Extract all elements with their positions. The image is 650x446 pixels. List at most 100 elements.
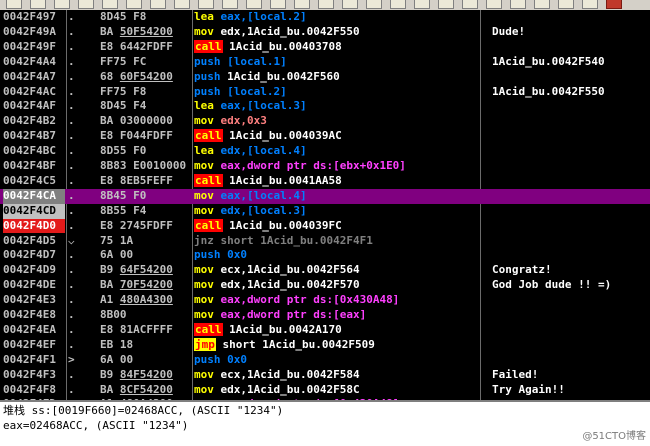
- toolbar-button[interactable]: [54, 0, 70, 9]
- instruction-row[interactable]: 0042F4EA. E8 81ACFFFF call 1Acid_bu.0042A1…: [0, 322, 650, 338]
- address-cell[interactable]: 0042F4AF: [3, 99, 65, 114]
- comment-cell[interactable]: [492, 323, 650, 338]
- address-cell[interactable]: 0042F4BC: [3, 144, 65, 159]
- instruction-row[interactable]: 0042F4A4. FF75 FC push [local.1] 1Acid_bu.0…: [0, 55, 650, 70]
- toolbar-button[interactable]: [30, 0, 46, 9]
- comment-cell[interactable]: [492, 159, 650, 174]
- address-cell[interactable]: 0042F4B7: [3, 129, 65, 144]
- comment-cell[interactable]: [492, 353, 650, 368]
- disassembly-cell[interactable]: mov edx,1Acid_bu.0042F570: [194, 278, 478, 293]
- toolbar-button[interactable]: [222, 0, 238, 9]
- comment-cell[interactable]: 1Acid_bu.0042F550: [492, 85, 650, 100]
- instruction-row[interactable]: 0042F4CD. 8B55 F4 mov edx,[local.3]: [0, 203, 650, 219]
- address-cell[interactable]: 0042F4F1: [3, 353, 65, 368]
- disassembly-cell[interactable]: mov eax,dword ptr ds:[ebx+0x1E0]: [194, 159, 478, 174]
- comment-cell[interactable]: [492, 10, 650, 25]
- hex-bytes-cell[interactable]: E8 2745FDFF: [100, 219, 192, 234]
- instruction-row[interactable]: 0042F4AF. 8D45 F4 lea eax,[local.3]: [0, 99, 650, 114]
- hex-bytes-cell[interactable]: FF75 FC: [100, 55, 192, 70]
- hex-bytes-cell[interactable]: BA 50F54200: [100, 25, 192, 40]
- instruction-row[interactable]: 0042F4EF. EB 18 jmp short 1Acid_bu.0042F50…: [0, 337, 650, 353]
- toolbar-button[interactable]: [318, 0, 334, 9]
- disassembly-cell[interactable]: mov edx,[local.3]: [194, 204, 478, 219]
- toolbar-button[interactable]: [438, 0, 454, 9]
- address-cell[interactable]: 0042F497: [3, 10, 65, 25]
- toolbar-button[interactable]: [534, 0, 550, 9]
- hex-bytes-cell[interactable]: B9 64F54200: [100, 263, 192, 278]
- toolbar-button[interactable]: [246, 0, 262, 9]
- instruction-row[interactable]: 0042F49F. E8 6442FDFF call 1Acid_bu.004037…: [0, 39, 650, 55]
- comment-cell[interactable]: [492, 204, 650, 219]
- comment-cell[interactable]: [492, 234, 650, 249]
- address-cell[interactable]: 0042F4F8: [3, 383, 65, 398]
- address-cell[interactable]: 0042F4F3: [3, 368, 65, 383]
- toolbar-button[interactable]: [294, 0, 310, 9]
- instruction-row[interactable]: 0042F4D5 ⌵ 75 1A jnz short 1Acid_bu.0042F4F…: [0, 234, 650, 249]
- address-cell[interactable]: 0042F49A: [3, 25, 65, 40]
- toolbar-button[interactable]: [270, 0, 286, 9]
- hex-bytes-cell[interactable]: E8 6442FDFF: [100, 40, 192, 55]
- address-cell[interactable]: 0042F4A7: [3, 70, 65, 85]
- comment-cell[interactable]: Try Again!!: [492, 383, 650, 398]
- address-cell[interactable]: 0042F4EA: [3, 323, 65, 338]
- address-cell[interactable]: 0042F4B2: [3, 114, 65, 129]
- instruction-row[interactable]: 0042F4D9. B9 64F54200 mov ecx,1Acid_bu.004…: [0, 263, 650, 278]
- toolbar-button[interactable]: [414, 0, 430, 9]
- address-cell[interactable]: 0042F4A4: [3, 55, 65, 70]
- disassembly-cell[interactable]: mov edx,1Acid_bu.0042F550: [194, 25, 478, 40]
- toolbar-button[interactable]: [126, 0, 142, 9]
- disassembly-cell[interactable]: call 1Acid_bu.0042A170: [194, 322, 478, 338]
- comment-cell[interactable]: [492, 338, 650, 353]
- disassembly-cell[interactable]: lea edx,[local.4]: [194, 144, 478, 159]
- disassembly-cell[interactable]: mov ecx,1Acid_bu.0042F564: [194, 263, 478, 278]
- hex-bytes-cell[interactable]: E8 F044FDFF: [100, 129, 192, 144]
- address-cell[interactable]: 0042F4EF: [3, 338, 65, 353]
- toolbar-button[interactable]: [486, 0, 502, 9]
- hex-bytes-cell[interactable]: 75 1A: [100, 234, 192, 249]
- hex-bytes-cell[interactable]: A1 480A4300: [100, 293, 192, 308]
- disassembly-cell[interactable]: lea eax,[local.2]: [194, 10, 478, 25]
- disassembly-cell[interactable]: call 1Acid_bu.0041AA58: [194, 173, 478, 189]
- instruction-row[interactable]: 0042F4F1 >6A 00 push 0x0: [0, 353, 650, 368]
- disassembly-cell[interactable]: push [local.2]: [194, 85, 478, 100]
- toolbar-button[interactable]: [390, 0, 406, 9]
- instruction-row[interactable]: 0042F4A7. 68 60F54200 push 1Acid_bu.0042F5…: [0, 70, 650, 85]
- disassembly-cell[interactable]: push 0x0: [194, 248, 478, 263]
- address-cell[interactable]: 0042F4E3: [3, 293, 65, 308]
- hex-bytes-cell[interactable]: EB 18: [100, 338, 192, 353]
- toolbar-button[interactable]: [462, 0, 478, 9]
- comment-cell[interactable]: [492, 189, 650, 204]
- hex-bytes-cell[interactable]: 8B55 F4: [100, 204, 192, 219]
- disassembly-cell[interactable]: lea eax,[local.3]: [194, 99, 478, 114]
- hex-bytes-cell[interactable]: 8D45 F8: [100, 10, 192, 25]
- comment-cell[interactable]: [492, 248, 650, 263]
- instruction-row[interactable]: 0042F4AC. FF75 F8 push [local.2] 1Acid_bu.0…: [0, 85, 650, 100]
- instruction-row[interactable]: 0042F4BF. 8B83 E0010000 mov eax,dword ptr …: [0, 159, 650, 174]
- hex-bytes-cell[interactable]: BA 03000000: [100, 114, 192, 129]
- toolbar-button[interactable]: [174, 0, 190, 9]
- disassembly-cell[interactable]: push 1Acid_bu.0042F560: [194, 70, 478, 85]
- address-cell[interactable]: 0042F4BF: [3, 159, 65, 174]
- comment-cell[interactable]: [492, 144, 650, 159]
- hex-bytes-cell[interactable]: BA 8CF54200: [100, 383, 192, 398]
- address-cell[interactable]: 0042F4CA: [3, 188, 65, 204]
- hex-bytes-cell[interactable]: BA 70F54200: [100, 278, 192, 293]
- disassembly-cell[interactable]: mov ecx,1Acid_bu.0042F584: [194, 368, 478, 383]
- comment-cell[interactable]: [492, 40, 650, 55]
- hex-bytes-cell[interactable]: 6A 00: [100, 353, 192, 368]
- comment-cell[interactable]: Congratz!: [492, 263, 650, 278]
- close-window-button[interactable]: [606, 0, 622, 9]
- address-cell[interactable]: 0042F4CD: [3, 203, 65, 219]
- toolbar-button[interactable]: [342, 0, 358, 9]
- instruction-row[interactable]: 0042F4E3. A1 480A4300 mov eax,dword ptr ds…: [0, 293, 650, 308]
- disassembly-cell[interactable]: mov edx,1Acid_bu.0042F58C: [194, 383, 478, 398]
- disassembly-cell[interactable]: push [local.1]: [194, 55, 478, 70]
- comment-cell[interactable]: [492, 293, 650, 308]
- address-cell[interactable]: 0042F4E8: [3, 308, 65, 323]
- toolbar-button[interactable]: [198, 0, 214, 9]
- instruction-row[interactable]: 0042F4D7. 6A 00 push 0x0: [0, 248, 650, 263]
- address-cell[interactable]: 0042F4D5: [3, 234, 65, 249]
- comment-cell[interactable]: [492, 129, 650, 144]
- instruction-row[interactable]: 0042F4F8. BA 8CF54200 mov edx,1Acid_bu.004…: [0, 383, 650, 398]
- disassembly-cell[interactable]: jmp short 1Acid_bu.0042F509: [194, 337, 478, 353]
